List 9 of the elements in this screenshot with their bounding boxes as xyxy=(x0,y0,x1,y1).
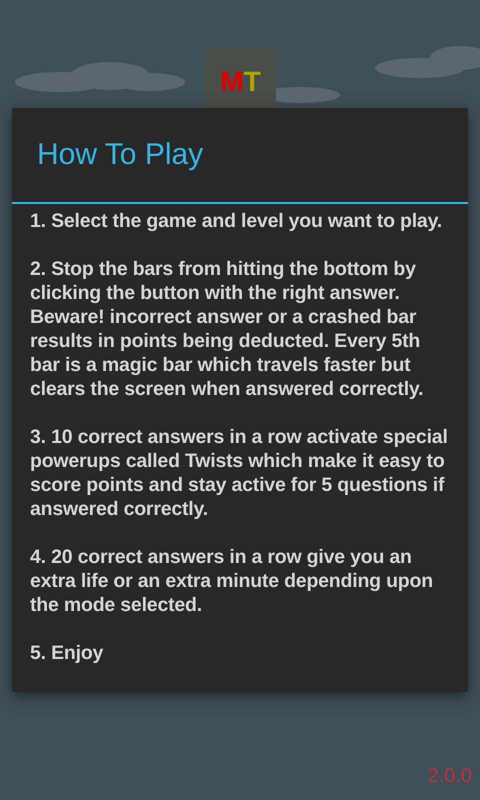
instruction-paragraph: 4. 20 correct answers in a row give you an extra life or an extra minute depending upon the mode selected. xyxy=(30,545,434,617)
instruction-paragraph: 3. 10 correct answers in a row activate special powerups called Twists which make it easy to score points and stay active for 5 questions if answered correctly. xyxy=(30,425,449,521)
instruction-paragraph: 1. Select the game and level you want to play. xyxy=(30,209,443,233)
dialog-title: How To Play xyxy=(37,140,204,170)
logo-letter: T xyxy=(244,68,261,96)
logo-letter: M xyxy=(220,68,244,96)
version-label: 2.0.0 xyxy=(428,766,472,786)
instruction-paragraph: 2. Stop the bars from hitting the bottom by clicking the button with the right answer. Beware! incorrect answer or a crashed bar results in points being deducted. Every 5th bar is a magic bar which travels faster but clears the screen when answered correctly. xyxy=(30,257,424,401)
instruction-paragraph: 5. Enjoy xyxy=(30,641,104,665)
